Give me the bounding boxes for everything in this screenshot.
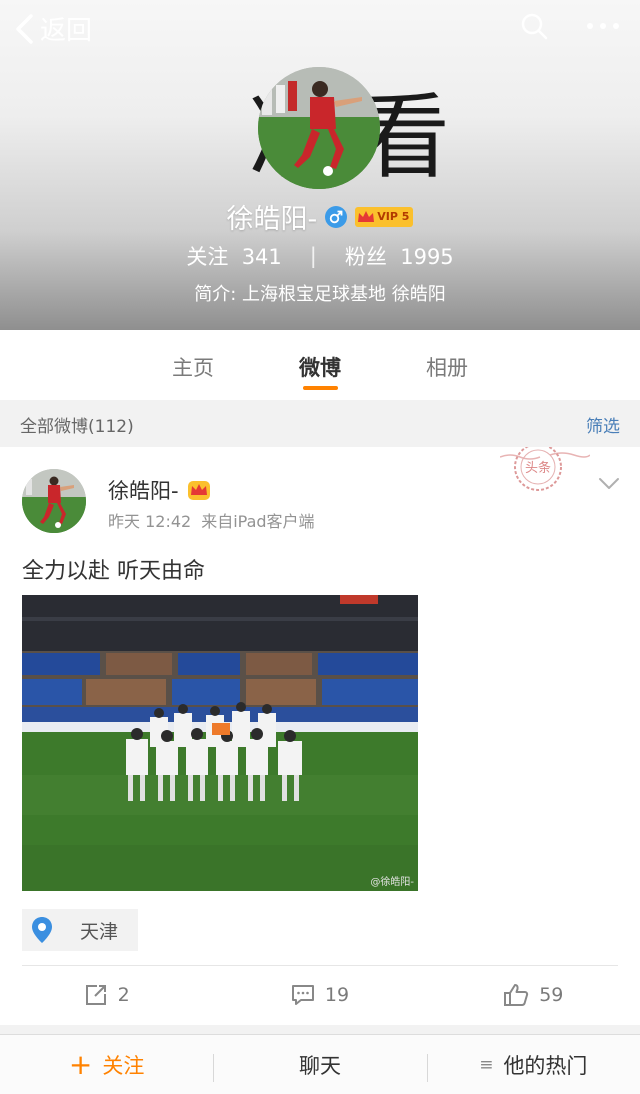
tab-weibo-label: 微博 [299, 356, 341, 380]
vip-badge[interactable]: VIP 5 [355, 206, 414, 227]
active-tab-indicator [302, 386, 338, 390]
profile-header: 准看 返回 徐皓阳- VIP 5 [0, 0, 640, 330]
crown-icon [358, 210, 375, 222]
crown-icon [187, 481, 210, 500]
chat-label: 聊天 [298, 1053, 341, 1078]
profile-bio: 简介: 上海根宝足球基地 徐皓阳 [194, 284, 446, 305]
vip-label: VIP 5 [377, 210, 410, 223]
location-label: 天津 [80, 920, 119, 943]
hot-posts-button[interactable]: ≡ 他的热门 [426, 1050, 640, 1082]
headline-stamp: 头条 [500, 447, 590, 491]
like-icon [504, 984, 529, 1006]
post-avatar[interactable] [22, 469, 86, 533]
comment-icon [291, 985, 314, 1005]
fans-count: 1995 [400, 245, 454, 269]
follow-button[interactable]: + 关注 [0, 1050, 213, 1080]
fans-label: 粉丝 [344, 245, 387, 269]
post-time: 昨天 12:42 [108, 512, 192, 531]
fans-stat[interactable]: 粉丝 1995 [345, 241, 454, 271]
post-text: 全力以赴 听天由命 [22, 559, 205, 584]
list-icon: ≡ [479, 1054, 494, 1075]
tab-weibo[interactable]: 微博 [257, 330, 384, 400]
like-button[interactable]: 59 [427, 969, 640, 1021]
profile-tabs: 主页 微博 相册 [0, 330, 640, 400]
tab-album[interactable]: 相册 [384, 330, 511, 400]
repost-count: 2 [117, 984, 130, 1006]
filter-bar: 全部微博(112) 筛选 [0, 401, 640, 447]
post-divider [22, 965, 618, 966]
photo-watermark: @徐皓阳- [370, 875, 414, 888]
comment-count: 19 [324, 984, 350, 1006]
following-count: 341 [241, 245, 282, 269]
male-icon [325, 205, 348, 228]
like-count: 59 [539, 984, 564, 1006]
back-label: 返回 [40, 16, 93, 46]
more-icon[interactable] [586, 22, 620, 30]
following-label: 关注 [186, 245, 229, 269]
tab-album-label: 相册 [426, 356, 468, 380]
tab-home[interactable]: 主页 [130, 330, 257, 400]
post-photo[interactable]: @徐皓阳- [22, 595, 418, 891]
location-pin-icon [32, 917, 52, 943]
stamp-text: 头条 [525, 460, 551, 476]
following-stat[interactable]: 关注 341 [186, 241, 281, 271]
chat-button[interactable]: 聊天 [213, 1050, 426, 1082]
search-icon[interactable] [520, 12, 548, 40]
stats-divider: | [309, 244, 317, 268]
back-arrow-icon [16, 13, 33, 44]
profile-name: 徐皓阳- [226, 204, 318, 235]
back-button[interactable]: 返回 [14, 10, 92, 47]
post-author[interactable]: 徐皓阳- [108, 475, 179, 505]
chevron-down-icon[interactable] [598, 477, 620, 491]
plus-icon: + [68, 1047, 93, 1081]
filter-button[interactable]: 筛选 [586, 412, 620, 437]
tab-home-label: 主页 [172, 356, 214, 380]
comment-button[interactable]: 19 [213, 969, 426, 1021]
post-card: 徐皓阳- 昨天 12:42 来自iPad客户端 头条 全力以赴 听天由命 @徐皓… [0, 447, 640, 1025]
bottom-bar: + 关注 聊天 ≡ 他的热门 [0, 1034, 640, 1094]
all-posts-count: 全部微博(112) [20, 416, 134, 437]
profile-avatar[interactable] [258, 67, 380, 189]
post-source[interactable]: 来自iPad客户端 [201, 508, 314, 532]
repost-icon [85, 985, 106, 1005]
repost-button[interactable]: 2 [0, 969, 213, 1021]
location-tag[interactable]: 天津 [22, 909, 138, 951]
follow-label: 关注 [102, 1053, 145, 1078]
hot-posts-label: 他的热门 [503, 1053, 588, 1078]
